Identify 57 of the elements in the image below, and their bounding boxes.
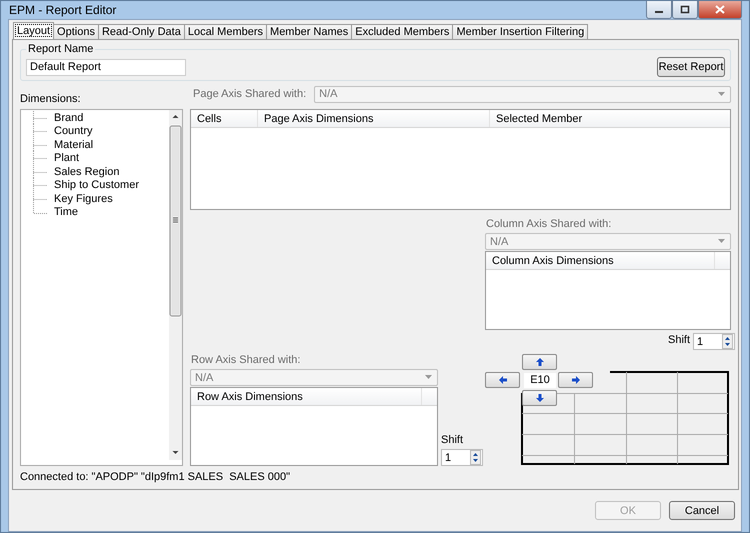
tree-item[interactable]: Country [54,125,93,138]
shift-spinner[interactable]: 1 [441,449,483,466]
tab[interactable]: Read-Only Data [98,24,185,39]
tab[interactable]: Member Names [266,24,352,39]
move-left-button[interactable] [485,372,520,388]
close-icon [715,5,725,14]
tree-line-icon [33,164,47,179]
up-arrow-icon [536,358,544,366]
tree-line-icon [33,138,47,152]
row-axis-label: Row Axis Shared with: [191,354,302,366]
tree-item[interactable]: Material [54,138,94,151]
current-cell-label: E10 [524,373,556,388]
shift-label: Shift [668,334,690,346]
down-arrow-icon [536,394,544,402]
tab[interactable]: Member Insertion Filtering [452,24,588,39]
tree-item[interactable]: Plant [54,152,80,164]
move-down-button[interactable] [522,390,557,406]
minimize-button[interactable] [646,1,672,19]
spinner-arrows-icon [470,450,481,465]
shift-spinner[interactable]: 1 [693,333,735,350]
tab[interactable]: Local Members [184,24,268,39]
column-axis-label: Column Axis Shared with: [486,218,612,230]
shift-label: Shift [441,434,464,446]
spinner-arrows-icon [722,334,733,349]
column-header[interactable]: Cells [191,110,258,127]
tree-item[interactable]: Time [54,206,78,218]
tree-line-icon [33,151,47,166]
maximize-icon [680,5,690,14]
page-axis-label: Page Axis Shared with: [193,88,306,100]
column-header[interactable]: Page Axis Dimensions [258,110,490,127]
move-right-button[interactable] [558,372,593,388]
close-button[interactable] [698,1,742,19]
tab[interactable]: Options [53,24,99,39]
move-up-button[interactable] [522,354,557,370]
dropdown-caret-icon [425,375,433,380]
column-header[interactable]: Selected Member [490,110,730,127]
tree-line-icon [33,110,47,125]
right-arrow-icon [572,376,580,384]
tree-line-icon [33,178,47,192]
maximize-button[interactable] [672,1,698,19]
tree-item[interactable]: Ship to Customer [54,179,139,192]
connection-status-text: Connected to: "APODP" "dIp9fm1 SALES SALES 000" [20,470,291,483]
tree-item[interactable]: Brand [54,112,84,124]
tab[interactable]: Layout [13,22,54,39]
group-label: Report Name [26,43,96,55]
left-arrow-icon [498,376,506,384]
tab[interactable]: Excluded Members [351,24,454,39]
dropdown-caret-icon [718,92,726,96]
reset-report-button[interactable]: Reset Report [657,57,725,77]
dropdown-caret-icon [718,239,726,244]
dimensions-label: Dimensions: [20,92,82,107]
tree-item[interactable]: Sales Region [54,166,120,178]
window-title: EPM - Report Editor [8,3,116,17]
report-name-field[interactable]: Default Report [26,58,186,76]
tree-line-icon [33,124,47,138]
tree-item[interactable]: Key Figures [54,192,113,205]
dialog-button[interactable]: Cancel [669,501,735,520]
